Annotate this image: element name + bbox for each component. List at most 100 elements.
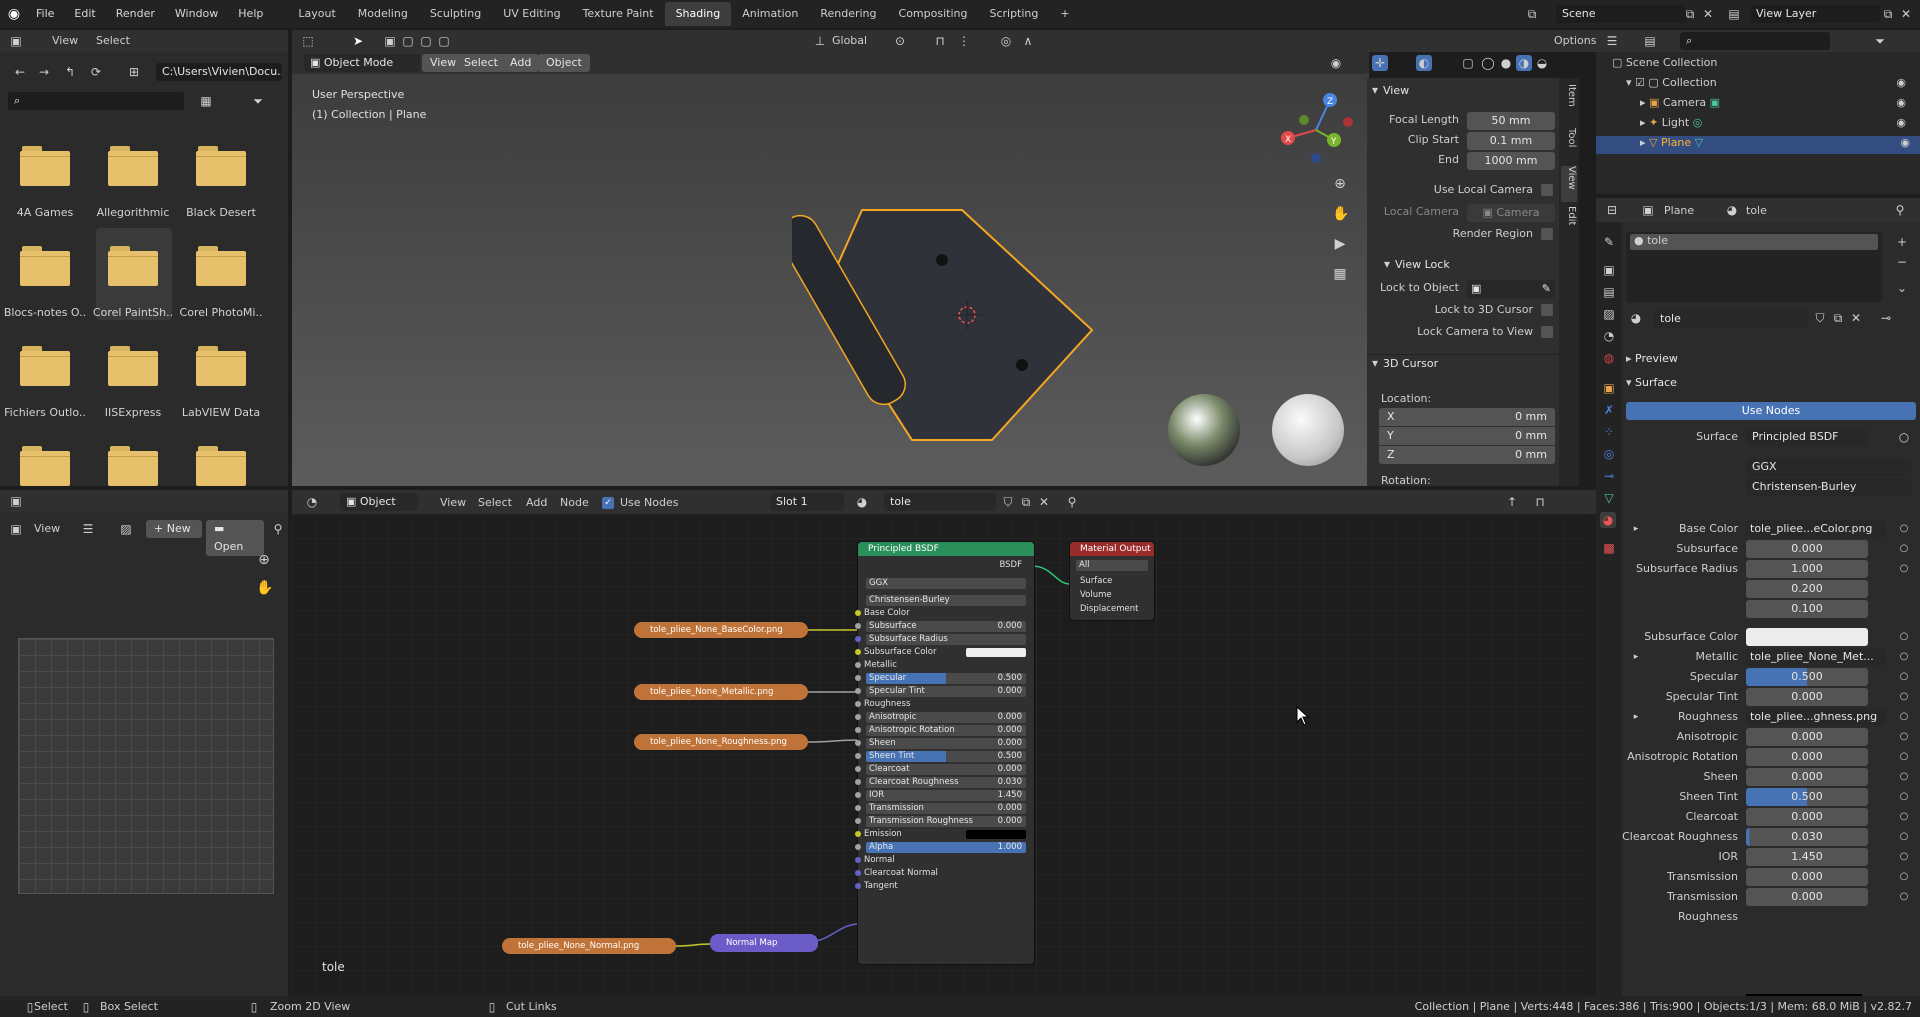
folder-label[interactable]: Black Desert (177, 206, 265, 219)
scene-tab-icon[interactable]: ◔ (1601, 328, 1617, 344)
output-tab-icon[interactable]: ▤ (1601, 284, 1617, 300)
tab-scripting[interactable]: Scripting (978, 2, 1049, 26)
node-editor-canvas[interactable]: tole tole_pliee_None_BaseColor.png tole_… (292, 514, 1588, 996)
socket-dot[interactable] (855, 857, 861, 863)
tab-rendering[interactable]: Rendering (809, 2, 887, 26)
duplicate-material-icon[interactable]: ⧉ (1018, 494, 1034, 510)
hamburger-icon[interactable]: ☰ (80, 521, 96, 537)
expand-link-icon[interactable]: ▸ (1628, 709, 1644, 725)
zoom-icon[interactable]: ⊕ (1332, 176, 1348, 192)
folder-label[interactable]: Corel PhotoMi.. (177, 306, 265, 319)
vp-menu-select[interactable]: Select (456, 54, 506, 72)
socket-dot-icon[interactable]: ○ (1896, 689, 1912, 705)
bsdf-input-row[interactable]: Subsurface 0.000 (855, 621, 1026, 632)
vp-menu-object[interactable]: Object (538, 54, 590, 72)
display-mode-icon[interactable]: ▦ (198, 93, 214, 109)
folder-label[interactable]: Corel PaintSh.. (89, 306, 177, 319)
hand-pan-icon[interactable]: ✋ (256, 580, 273, 596)
scene-field[interactable]: Scene (1556, 5, 1686, 23)
bsdf-input-row[interactable]: Tangent (855, 881, 1028, 892)
bsdf-input-row[interactable]: Clearcoat Roughness 0.030 (855, 777, 1026, 788)
folder-icon[interactable] (20, 246, 70, 286)
ne-menu-node[interactable]: Node (560, 496, 589, 509)
snap-target-icon[interactable]: ⋮ (956, 33, 972, 49)
folder-icon[interactable] (196, 246, 246, 286)
cursor-x-field[interactable]: X 0 mm (1379, 408, 1555, 426)
blender-logo-icon[interactable]: ◉ (6, 6, 22, 22)
socket-dot[interactable] (855, 688, 861, 694)
distribution-dropdown[interactable]: GGX (1746, 458, 1912, 476)
folder-icon[interactable] (20, 346, 70, 386)
view-layer-icon[interactable]: ▤ (1726, 6, 1742, 22)
outliner-row[interactable]: ▢ Scene Collection (1612, 56, 1912, 74)
bsdf-input-row[interactable]: Roughness (855, 699, 1028, 710)
editor-type-icon[interactable]: ⊟ (1604, 202, 1620, 218)
falloff-icon[interactable]: ∧ (1020, 33, 1036, 49)
bsdf-input-row[interactable]: Subsurface Color (855, 647, 1028, 658)
filter-icon[interactable]: ⏷ (1872, 33, 1888, 49)
bsdf-input-row[interactable]: Subsurface Radius (855, 634, 1026, 645)
material-input-field[interactable]: 0.000 (1746, 888, 1868, 906)
bsdf-sss-method-dropdown[interactable]: Christensen-Burley (866, 595, 1026, 606)
output-target-dropdown[interactable]: All (1076, 560, 1148, 571)
material-input-field[interactable]: tole_pliee...ghness.png (1746, 708, 1886, 726)
add-slot-icon[interactable]: + (1894, 234, 1910, 250)
rendered-shading-icon[interactable]: ◒ (1534, 55, 1550, 71)
folder-icon[interactable] (108, 146, 158, 186)
menu-help[interactable]: Help (228, 0, 273, 28)
bsdf-input-row[interactable]: Metallic (855, 660, 1028, 671)
image-browse-icon[interactable]: ▨ (118, 521, 134, 537)
outliner-row-selected[interactable]: ▸ ▽ Plane ▽ ◉ (1596, 136, 1920, 154)
ortho-toggle-icon[interactable]: ▦ (1332, 266, 1348, 282)
material-output-header[interactable]: Material Output (1070, 542, 1154, 556)
bsdf-distribution-dropdown[interactable]: GGX (866, 578, 1026, 589)
surface-shader-field[interactable]: Principled BSDF (1746, 428, 1868, 446)
remove-slot-icon[interactable]: − (1894, 254, 1910, 270)
socket-dot[interactable] (855, 675, 861, 681)
editor-type-icon[interactable]: ⬚ (300, 33, 316, 49)
folder-label[interactable]: IISExpress (89, 406, 177, 419)
material-input-field[interactable]: 0.000 (1746, 748, 1868, 766)
parent-dir-icon[interactable]: ↰ (62, 64, 78, 80)
socket-dot-icon[interactable]: ○ (1896, 561, 1912, 577)
folder-label[interactable]: 4A Games (1, 206, 89, 219)
viewport-3d[interactable]: User Perspective (1) Collection | Plane … (292, 50, 1369, 486)
folder-icon[interactable] (108, 446, 158, 486)
hand-pan-icon[interactable]: ✋ (1332, 206, 1349, 222)
material-input-field[interactable]: 0.200 (1746, 580, 1868, 598)
overlay-toggle-icon[interactable]: ◐ (1416, 55, 1432, 71)
navigation-gizmo[interactable]: Z X Y (1276, 90, 1356, 170)
world-tab-icon[interactable]: ◍ (1601, 350, 1617, 366)
bsdf-input-row[interactable]: IOR 1.450 (855, 790, 1026, 801)
socket-dot[interactable] (855, 818, 861, 824)
socket-dot[interactable] (855, 623, 861, 629)
socket-dot-icon[interactable]: ○ (1896, 869, 1912, 885)
socket-dot[interactable] (855, 766, 861, 772)
material-input-field[interactable]: 0.100 (1746, 600, 1868, 618)
uv-grid[interactable] (18, 638, 274, 894)
socket-dot[interactable] (855, 649, 861, 655)
slot-specials-icon[interactable]: ⌄ (1894, 280, 1910, 296)
bsdf-input-row[interactable]: Alpha 1.000 (855, 842, 1026, 853)
socket-dot[interactable] (855, 740, 861, 746)
fb-menu-view[interactable]: View (52, 34, 78, 47)
lock-camera-to-view-checkbox[interactable] (1541, 326, 1553, 338)
principled-bsdf-node[interactable]: Principled BSDF BSDF GGX Christensen-Bur… (855, 542, 1034, 964)
parent-node-tree-icon[interactable]: ↑ (1504, 494, 1520, 510)
material-input-field[interactable]: tole_pliee...eColor.png (1746, 520, 1886, 538)
tab-sculpting[interactable]: Sculpting (419, 2, 492, 26)
select-extend-icon[interactable]: ▢ (400, 33, 416, 49)
material-input-field[interactable]: 0.000 (1746, 688, 1868, 706)
eyedropper-icon[interactable]: ✎ (1542, 280, 1551, 298)
select-tool-icon[interactable]: ➤ (350, 33, 366, 49)
socket-dot-icon[interactable]: ○ (1896, 889, 1912, 905)
tab-uv-editing[interactable]: UV Editing (492, 2, 571, 26)
path-field[interactable]: C:\Users\Vivien\Docu... (156, 63, 282, 81)
folder-icon[interactable] (108, 346, 158, 386)
snap-icon[interactable]: ⊓ (932, 33, 948, 49)
socket-dot-icon[interactable]: ○ (1896, 629, 1912, 645)
add-workspace-icon[interactable]: + (1049, 2, 1080, 26)
pivot-icon[interactable]: ⊙ (892, 33, 908, 49)
socket-dot[interactable] (855, 792, 861, 798)
socket-dot-icon[interactable]: ○ (1896, 669, 1912, 685)
